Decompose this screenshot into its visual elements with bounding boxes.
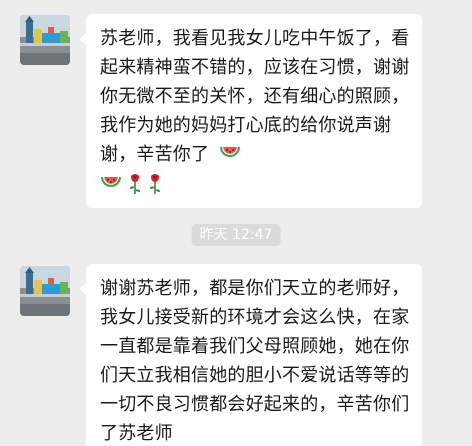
- emoji-line: [100, 169, 410, 198]
- sender-avatar[interactable]: [20, 15, 70, 65]
- message-text: 苏老师，我看见我女儿吃中午饭了，看起来精神蛮不错的，应该在习惯，谢谢你无微不至的…: [100, 28, 410, 165]
- message-bubble[interactable]: 苏老师，我看见我女儿吃中午饭了，看起来精神蛮不错的，应该在习惯，谢谢你无微不至的…: [79, 14, 422, 208]
- timestamp: 昨天 12:47: [191, 224, 281, 246]
- rose-emoji: [130, 173, 140, 194]
- message-bubble[interactable]: 谢谢苏老师，都是你们天立的老师好，我女儿接受新的环境才会这么快，在家一直都是靠着…: [79, 264, 422, 446]
- rose-emoji: [150, 173, 160, 194]
- playground-photo-icon: [20, 266, 70, 316]
- watermelon-emoji: [101, 176, 121, 187]
- message-text: 谢谢苏老师，都是你们天立的老师好，我女儿接受新的环境才会这么快，在家一直都是靠着…: [100, 278, 410, 444]
- playground-photo-icon: [20, 15, 70, 65]
- watermelon-emoji: [220, 147, 241, 157]
- chat-area: 苏老师，我看见我女儿吃中午饭了，看起来精神蛮不错的，应该在习惯，谢谢你无微不至的…: [0, 0, 472, 446]
- sender-avatar[interactable]: [20, 266, 70, 316]
